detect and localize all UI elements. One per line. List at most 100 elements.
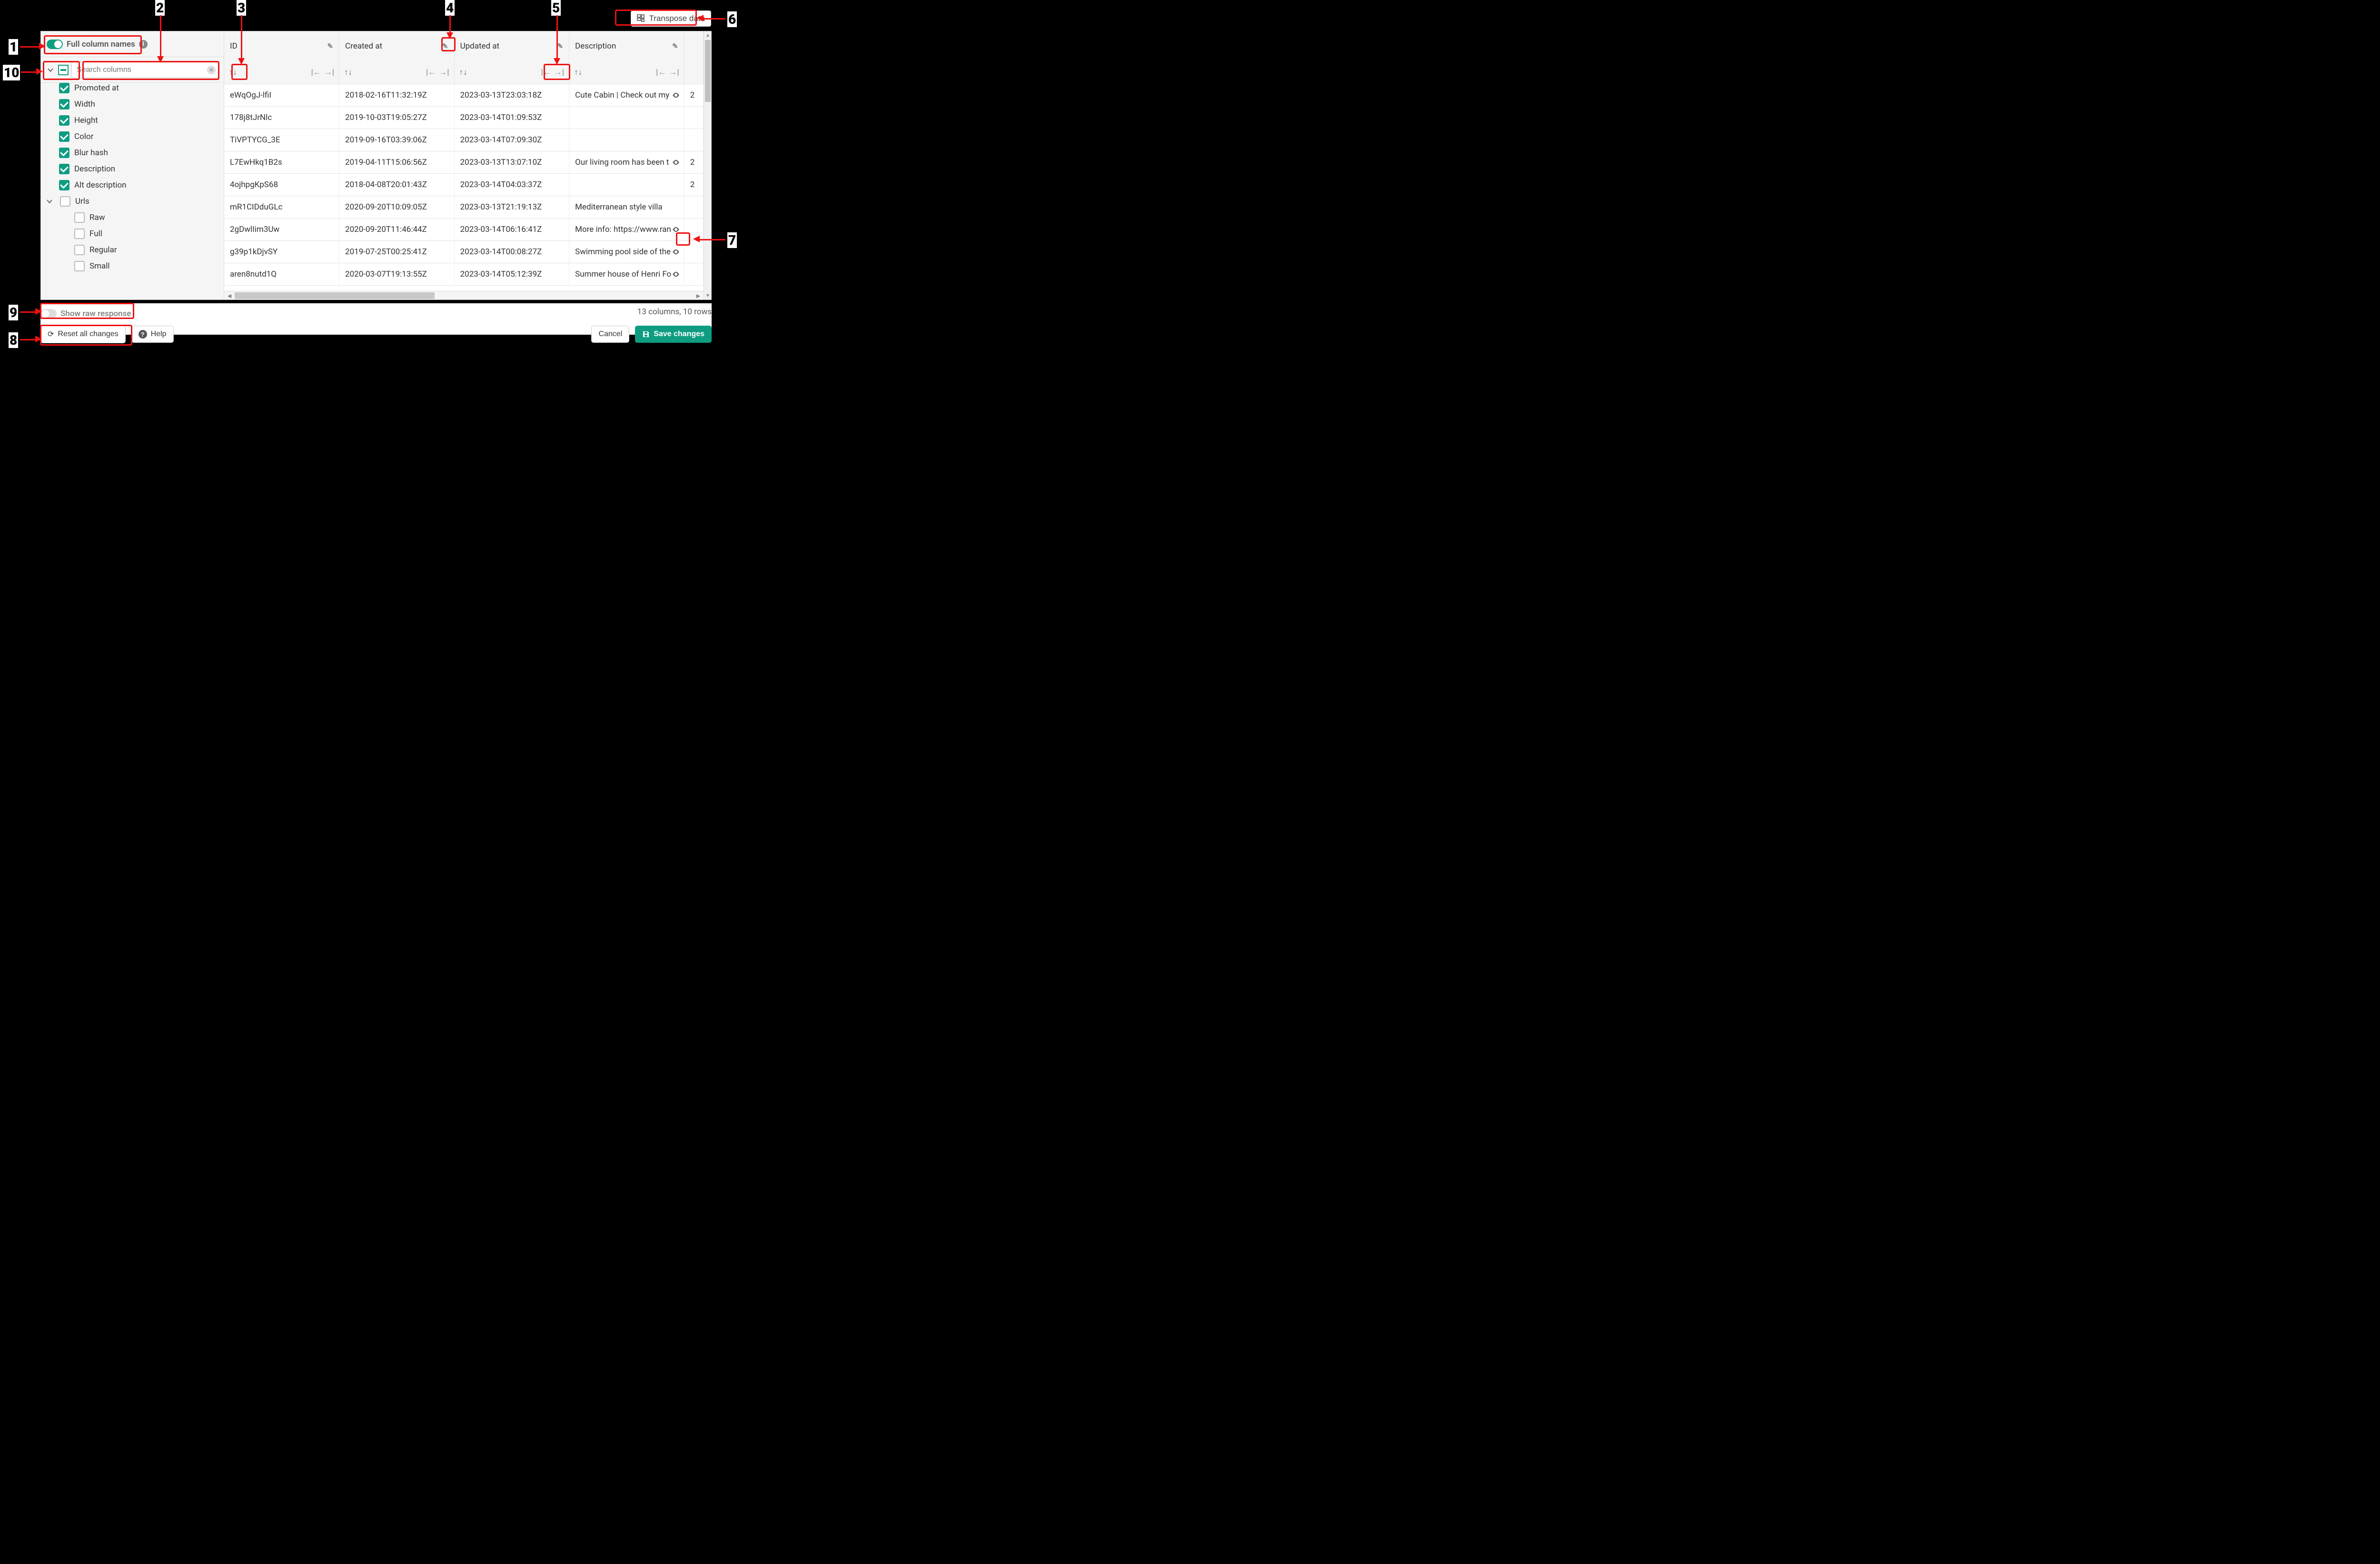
column-item-parent[interactable]: Urls: [41, 193, 224, 209]
column-item[interactable]: Small: [41, 258, 224, 274]
move-right-icon[interactable]: →|: [669, 68, 679, 77]
show-raw-toggle[interactable]: [40, 309, 57, 319]
move-right-icon[interactable]: →|: [554, 68, 564, 77]
table-cell[interactable]: [684, 240, 703, 263]
scroll-up-icon[interactable]: ▲: [704, 31, 711, 39]
table-cell[interactable]: [569, 106, 684, 129]
table-cell[interactable]: 2023-03-13T23:03:18Z: [454, 84, 569, 106]
column-item[interactable]: Height: [41, 112, 224, 129]
column-checkbox[interactable]: [74, 245, 85, 255]
table-cell[interactable]: 2019-10-03T19:05:27Z: [339, 106, 455, 129]
table-row[interactable]: eWqOgJ-lfiI2018-02-16T11:32:19Z2023-03-1…: [224, 84, 704, 106]
table-cell[interactable]: L7EwHkq1B2s: [224, 151, 339, 173]
cancel-button[interactable]: Cancel: [591, 326, 629, 343]
column-item[interactable]: Full: [41, 226, 224, 242]
sort-icon[interactable]: ↑↓: [574, 68, 584, 77]
vertical-scrollbar[interactable]: ▲ ▼: [704, 31, 711, 299]
table-cell[interactable]: [684, 263, 703, 285]
column-header[interactable]: Updated at ✎ ↑↓ |← →|: [454, 31, 569, 84]
table-cell[interactable]: [569, 129, 684, 151]
column-checkbox[interactable]: [59, 131, 69, 142]
column-checkbox[interactable]: [59, 164, 69, 174]
table-cell[interactable]: eWqOgJ-lfiI: [224, 84, 339, 106]
table-cell[interactable]: 2023-03-14T06:16:41Z: [454, 218, 569, 240]
eye-icon[interactable]: [672, 225, 680, 234]
table-cell[interactable]: 2018-02-16T11:32:19Z: [339, 84, 455, 106]
table-cell[interactable]: 2: [684, 173, 703, 196]
sort-icon[interactable]: ↑↓: [229, 68, 238, 77]
table-row[interactable]: L7EwHkq1B2s2019-04-11T15:06:56Z2023-03-1…: [224, 151, 704, 173]
table-cell[interactable]: 2gDwlIim3Uw: [224, 218, 339, 240]
eye-icon[interactable]: [672, 270, 680, 279]
move-right-icon[interactable]: →|: [439, 68, 449, 77]
column-checkbox[interactable]: [74, 261, 85, 271]
table-cell[interactable]: Swimming pool side of the: [569, 240, 684, 263]
horizontal-scrollbar[interactable]: ◀ ▶: [224, 291, 704, 299]
table-cell[interactable]: 2023-03-14T01:09:53Z: [454, 106, 569, 129]
table-cell[interactable]: [684, 106, 703, 129]
scroll-thumb[interactable]: [235, 292, 435, 299]
search-columns-input[interactable]: [72, 62, 218, 78]
sort-icon[interactable]: ↑↓: [344, 68, 354, 77]
table-cell[interactable]: 2023-03-14T04:03:37Z: [454, 173, 569, 196]
reset-button[interactable]: ⟳ Reset all changes: [40, 325, 126, 343]
table-row[interactable]: aren8nutd1Q2020-03-07T19:13:55Z2023-03-1…: [224, 263, 704, 285]
column-header[interactable]: ID ✎ ↑↓ |← →|: [224, 31, 339, 84]
column-header[interactable]: Created at ✎ ↑↓ |← →|: [339, 31, 455, 84]
column-item[interactable]: Blur hash: [41, 145, 224, 161]
full-column-names-toggle[interactable]: [47, 40, 63, 49]
table-cell[interactable]: mR1CIDduGLc: [224, 196, 339, 218]
column-checkbox[interactable]: [59, 148, 69, 158]
table-row[interactable]: TiVPTYCG_3E2019-09-16T03:39:06Z2023-03-1…: [224, 129, 704, 151]
column-item[interactable]: Alt description: [41, 177, 224, 193]
table-cell[interactable]: Our living room has been t: [569, 151, 684, 173]
table-cell[interactable]: [684, 129, 703, 151]
table-cell[interactable]: 2: [684, 84, 703, 106]
column-item[interactable]: Raw: [41, 209, 224, 226]
table-cell[interactable]: 2023-03-13T21:19:13Z: [454, 196, 569, 218]
table-cell[interactable]: 2019-07-25T00:25:41Z: [339, 240, 455, 263]
transpose-button[interactable]: Transpose data: [631, 10, 712, 27]
move-left-icon[interactable]: |←: [311, 68, 321, 77]
table-cell[interactable]: [684, 218, 703, 240]
table-cell[interactable]: Mediterranean style villa: [569, 196, 684, 218]
column-checkbox[interactable]: [59, 99, 69, 110]
table-row[interactable]: 2gDwlIim3Uw2020-09-20T11:46:44Z2023-03-1…: [224, 218, 704, 240]
pencil-icon[interactable]: ✎: [557, 42, 564, 50]
column-item[interactable]: Promoted at: [41, 83, 224, 96]
scroll-down-icon[interactable]: ▼: [704, 292, 711, 299]
table-row[interactable]: 4ojhpgKpS682018-04-08T20:01:43Z2023-03-1…: [224, 173, 704, 196]
move-right-icon[interactable]: →|: [324, 68, 334, 77]
chevron-down-icon[interactable]: [44, 197, 55, 206]
column-item[interactable]: Description: [41, 161, 224, 177]
move-left-icon[interactable]: |←: [541, 68, 551, 77]
move-left-icon[interactable]: |←: [656, 68, 666, 77]
pencil-icon[interactable]: ✎: [327, 42, 333, 50]
table-cell[interactable]: More info: https://www.ran: [569, 218, 684, 240]
column-checkbox[interactable]: [59, 115, 69, 126]
table-cell[interactable]: 2020-09-20T11:46:44Z: [339, 218, 455, 240]
column-checkbox[interactable]: [74, 212, 85, 223]
select-all-checkbox[interactable]: [58, 65, 69, 75]
column-checkbox[interactable]: [60, 196, 70, 207]
table-cell[interactable]: 2020-03-07T19:13:55Z: [339, 263, 455, 285]
table-cell[interactable]: 178j8tJrNlc: [224, 106, 339, 129]
table-cell[interactable]: 2023-03-14T05:12:39Z: [454, 263, 569, 285]
table-cell[interactable]: [684, 196, 703, 218]
table-cell[interactable]: 2023-03-13T13:07:10Z: [454, 151, 569, 173]
table-cell[interactable]: 2019-04-11T15:06:56Z: [339, 151, 455, 173]
column-checkbox[interactable]: [59, 180, 69, 190]
table-cell[interactable]: [569, 173, 684, 196]
column-checkbox[interactable]: [59, 83, 69, 93]
info-icon[interactable]: i: [139, 40, 148, 49]
save-button[interactable]: Save changes: [635, 326, 712, 343]
sort-icon[interactable]: ↑↓: [459, 68, 469, 77]
table-cell[interactable]: 2: [684, 151, 703, 173]
column-item[interactable]: Color: [41, 129, 224, 145]
table-row[interactable]: mR1CIDduGLc2020-09-20T10:09:05Z2023-03-1…: [224, 196, 704, 218]
column-item[interactable]: Regular: [41, 242, 224, 258]
pencil-icon[interactable]: ✎: [672, 42, 678, 50]
eye-icon[interactable]: [672, 158, 680, 167]
table-cell[interactable]: 2023-03-14T07:09:30Z: [454, 129, 569, 151]
scroll-left-icon[interactable]: ◀: [225, 291, 234, 299]
